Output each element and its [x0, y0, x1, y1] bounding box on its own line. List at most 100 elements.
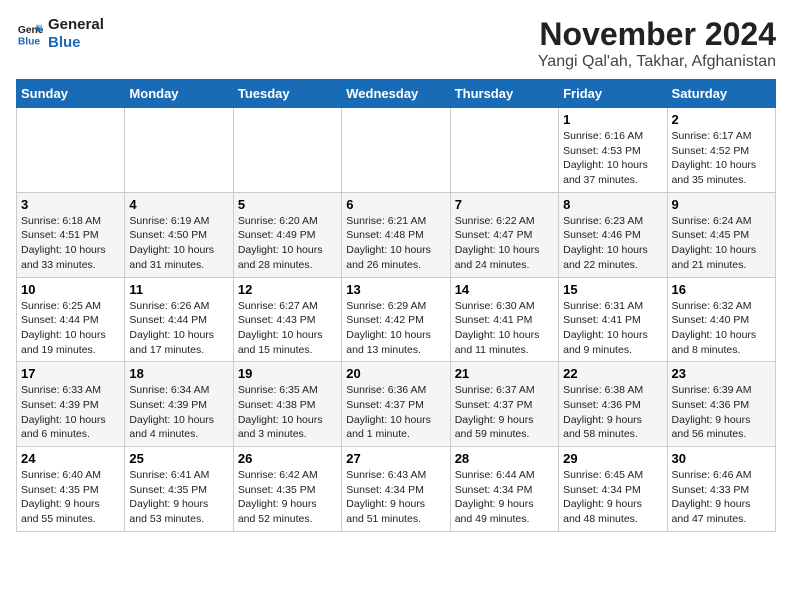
day-number: 4 [129, 197, 228, 212]
day-number: 28 [455, 451, 554, 466]
day-info: Sunrise: 6:33 AM Sunset: 4:39 PM Dayligh… [21, 383, 120, 442]
calendar-cell: 7 Sunrise: 6:22 AM Sunset: 4:47 PM Daylig… [450, 192, 558, 277]
day-info: Sunrise: 6:42 AM Sunset: 4:35 PM Dayligh… [238, 468, 337, 527]
weekday-header: Saturday [667, 80, 775, 108]
calendar-cell: 11 Sunrise: 6:26 AM Sunset: 4:44 PM Dayli… [125, 277, 233, 362]
day-number: 22 [563, 366, 662, 381]
weekday-header: Tuesday [233, 80, 341, 108]
calendar-cell: 10Sunrise: 6:25 AM Sunset: 4:44 PM Dayli… [17, 277, 125, 362]
calendar-cell: 23Sunrise: 6:39 AM Sunset: 4:36 PM Dayli… [667, 362, 775, 447]
calendar-cell: 19 Sunrise: 6:35 AM Sunset: 4:38 PM Dayli… [233, 362, 341, 447]
calendar-cell: 9 Sunrise: 6:24 AM Sunset: 4:45 PM Daylig… [667, 192, 775, 277]
day-info: Sunrise: 6:30 AM Sunset: 4:41 PM Dayligh… [455, 299, 554, 358]
day-number: 30 [672, 451, 771, 466]
day-info: Sunrise: 6:39 AM Sunset: 4:36 PM Dayligh… [672, 383, 771, 442]
calendar-cell: 28 Sunrise: 6:44 AM Sunset: 4:34 PM Dayli… [450, 447, 558, 532]
calendar-cell: 22 Sunrise: 6:38 AM Sunset: 4:36 PM Dayli… [559, 362, 667, 447]
day-number: 15 [563, 282, 662, 297]
day-info: Sunrise: 6:31 AM Sunset: 4:41 PM Dayligh… [563, 299, 662, 358]
weekday-header: Wednesday [342, 80, 450, 108]
day-number: 16 [672, 282, 771, 297]
day-info: Sunrise: 6:25 AM Sunset: 4:44 PM Dayligh… [21, 299, 120, 358]
calendar-cell [450, 108, 558, 193]
logo-general: General [48, 16, 104, 34]
day-number: 9 [672, 197, 771, 212]
day-info: Sunrise: 6:43 AM Sunset: 4:34 PM Dayligh… [346, 468, 445, 527]
day-number: 20 [346, 366, 445, 381]
day-number: 12 [238, 282, 337, 297]
calendar-cell: 18Sunrise: 6:34 AM Sunset: 4:39 PM Dayli… [125, 362, 233, 447]
day-number: 11 [129, 282, 228, 297]
day-info: Sunrise: 6:38 AM Sunset: 4:36 PM Dayligh… [563, 383, 662, 442]
day-number: 7 [455, 197, 554, 212]
day-info: Sunrise: 6:37 AM Sunset: 4:37 PM Dayligh… [455, 383, 554, 442]
day-info: Sunrise: 6:20 AM Sunset: 4:49 PM Dayligh… [238, 214, 337, 273]
day-number: 27 [346, 451, 445, 466]
day-number: 6 [346, 197, 445, 212]
day-number: 13 [346, 282, 445, 297]
calendar-cell: 30 Sunrise: 6:46 AM Sunset: 4:33 PM Dayli… [667, 447, 775, 532]
calendar-table: SundayMondayTuesdayWednesdayThursdayFrid… [16, 79, 776, 532]
day-info: Sunrise: 6:22 AM Sunset: 4:47 PM Dayligh… [455, 214, 554, 273]
day-info: Sunrise: 6:29 AM Sunset: 4:42 PM Dayligh… [346, 299, 445, 358]
calendar-cell: 8 Sunrise: 6:23 AM Sunset: 4:46 PM Daylig… [559, 192, 667, 277]
day-number: 3 [21, 197, 120, 212]
calendar-week-row: 17 Sunrise: 6:33 AM Sunset: 4:39 PM Dayli… [17, 362, 776, 447]
day-info: Sunrise: 6:16 AM Sunset: 4:53 PM Dayligh… [563, 129, 662, 188]
calendar-cell: 16Sunrise: 6:32 AM Sunset: 4:40 PM Dayli… [667, 277, 775, 362]
logo: General Blue General Blue [16, 16, 104, 52]
day-number: 29 [563, 451, 662, 466]
weekday-header: Thursday [450, 80, 558, 108]
day-info: Sunrise: 6:23 AM Sunset: 4:46 PM Dayligh… [563, 214, 662, 273]
calendar-cell: 12Sunrise: 6:27 AM Sunset: 4:43 PM Dayli… [233, 277, 341, 362]
weekday-header: Monday [125, 80, 233, 108]
calendar-cell: 5Sunrise: 6:20 AM Sunset: 4:49 PM Daylig… [233, 192, 341, 277]
day-info: Sunrise: 6:19 AM Sunset: 4:50 PM Dayligh… [129, 214, 228, 273]
day-number: 21 [455, 366, 554, 381]
calendar-cell: 6 Sunrise: 6:21 AM Sunset: 4:48 PM Daylig… [342, 192, 450, 277]
calendar-cell: 21 Sunrise: 6:37 AM Sunset: 4:37 PM Dayli… [450, 362, 558, 447]
day-number: 19 [238, 366, 337, 381]
calendar-cell: 3 Sunrise: 6:18 AM Sunset: 4:51 PM Daylig… [17, 192, 125, 277]
day-info: Sunrise: 6:46 AM Sunset: 4:33 PM Dayligh… [672, 468, 771, 527]
day-info: Sunrise: 6:17 AM Sunset: 4:52 PM Dayligh… [672, 129, 771, 188]
header: General Blue General Blue November 2024 … [16, 16, 776, 71]
calendar-cell: 20Sunrise: 6:36 AM Sunset: 4:37 PM Dayli… [342, 362, 450, 447]
month-title: November 2024 [538, 16, 776, 53]
calendar-cell [125, 108, 233, 193]
location-title: Yangi Qal'ah, Takhar, Afghanistan [538, 53, 776, 71]
day-info: Sunrise: 6:26 AM Sunset: 4:44 PM Dayligh… [129, 299, 228, 358]
day-info: Sunrise: 6:24 AM Sunset: 4:45 PM Dayligh… [672, 214, 771, 273]
calendar-cell: 17 Sunrise: 6:33 AM Sunset: 4:39 PM Dayli… [17, 362, 125, 447]
day-info: Sunrise: 6:44 AM Sunset: 4:34 PM Dayligh… [455, 468, 554, 527]
day-info: Sunrise: 6:34 AM Sunset: 4:39 PM Dayligh… [129, 383, 228, 442]
day-number: 24 [21, 451, 120, 466]
calendar-week-row: 24 Sunrise: 6:40 AM Sunset: 4:35 PM Dayli… [17, 447, 776, 532]
calendar-cell [233, 108, 341, 193]
calendar-week-row: 10Sunrise: 6:25 AM Sunset: 4:44 PM Dayli… [17, 277, 776, 362]
logo-blue: Blue [48, 34, 104, 52]
logo-icon: General Blue [16, 20, 44, 48]
calendar-cell [17, 108, 125, 193]
header-row: SundayMondayTuesdayWednesdayThursdayFrid… [17, 80, 776, 108]
day-info: Sunrise: 6:35 AM Sunset: 4:38 PM Dayligh… [238, 383, 337, 442]
calendar-cell: 13 Sunrise: 6:29 AM Sunset: 4:42 PM Dayli… [342, 277, 450, 362]
day-info: Sunrise: 6:18 AM Sunset: 4:51 PM Dayligh… [21, 214, 120, 273]
day-info: Sunrise: 6:45 AM Sunset: 4:34 PM Dayligh… [563, 468, 662, 527]
calendar-week-row: 3 Sunrise: 6:18 AM Sunset: 4:51 PM Daylig… [17, 192, 776, 277]
calendar-cell: 15 Sunrise: 6:31 AM Sunset: 4:41 PM Dayli… [559, 277, 667, 362]
day-number: 17 [21, 366, 120, 381]
day-number: 2 [672, 112, 771, 127]
svg-text:Blue: Blue [18, 36, 41, 47]
day-number: 8 [563, 197, 662, 212]
calendar-cell: 24 Sunrise: 6:40 AM Sunset: 4:35 PM Dayli… [17, 447, 125, 532]
calendar-cell: 26Sunrise: 6:42 AM Sunset: 4:35 PM Dayli… [233, 447, 341, 532]
day-number: 14 [455, 282, 554, 297]
day-number: 25 [129, 451, 228, 466]
calendar-cell [342, 108, 450, 193]
calendar-week-row: 1Sunrise: 6:16 AM Sunset: 4:53 PM Daylig… [17, 108, 776, 193]
title-area: November 2024 Yangi Qal'ah, Takhar, Afgh… [538, 16, 776, 71]
day-info: Sunrise: 6:40 AM Sunset: 4:35 PM Dayligh… [21, 468, 120, 527]
calendar-cell: 2 Sunrise: 6:17 AM Sunset: 4:52 PM Daylig… [667, 108, 775, 193]
day-info: Sunrise: 6:21 AM Sunset: 4:48 PM Dayligh… [346, 214, 445, 273]
